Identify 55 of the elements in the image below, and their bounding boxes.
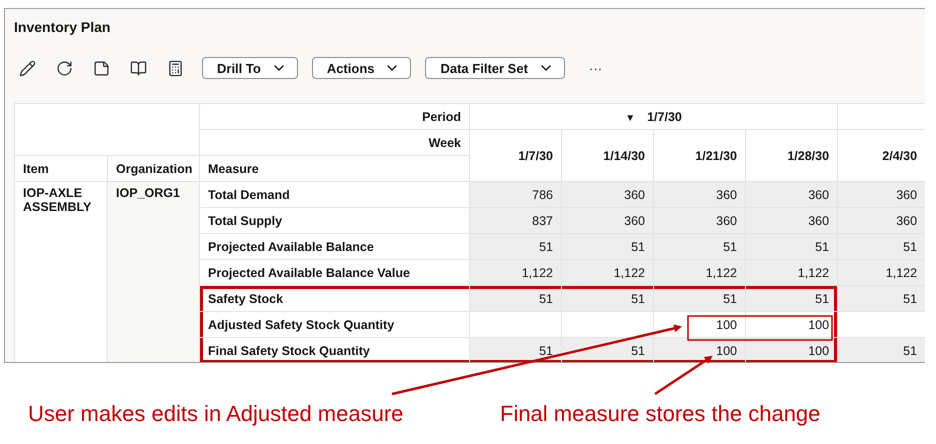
value-cell: 51 <box>838 338 925 362</box>
value-cell: 1,122 <box>470 260 562 286</box>
week-header: 1/28/30 <box>746 130 838 182</box>
value-cell: 51 <box>838 286 925 312</box>
value-cell: 360 <box>562 208 654 234</box>
value-cell: 1,122 <box>746 260 838 286</box>
week-header: 1/21/30 <box>654 130 746 182</box>
value-cell: 51 <box>746 286 838 312</box>
dropdown-button[interactable]: Drill To <box>202 57 298 79</box>
column-header: Measure <box>200 156 470 182</box>
value-cell: 51 <box>746 234 838 260</box>
value-cell: 786 <box>470 182 562 208</box>
value-cell: 1,122 <box>654 260 746 286</box>
week-label: Week <box>200 130 470 156</box>
annotation-caption: Final measure stores the change <box>500 401 822 427</box>
value-cell: 51 <box>470 234 562 260</box>
value-cell: 51 <box>838 234 925 260</box>
measure-cell: Projected Available Balance <box>200 234 470 260</box>
value-cell: 360 <box>746 182 838 208</box>
week-header: 2/4/30 <box>838 130 925 182</box>
item-cell: IOP-AXLE ASSEMBLY <box>14 182 108 362</box>
value-cell: 360 <box>746 208 838 234</box>
week-header: 1/14/30 <box>562 130 654 182</box>
value-cell: 51 <box>654 234 746 260</box>
organization-cell: IOP_ORG1 <box>108 182 200 362</box>
value-cell: 51 <box>654 286 746 312</box>
column-header: Organization <box>108 156 200 182</box>
panel-title: Inventory Plan <box>13 18 112 37</box>
measure-cell: Safety Stock <box>200 286 470 312</box>
measure-cell: Total Demand <box>200 182 470 208</box>
value-cell: 360 <box>654 182 746 208</box>
dropdown-button[interactable]: Data Filter Set <box>425 57 565 79</box>
dropdown-button[interactable]: Actions <box>312 57 412 79</box>
value-cell: 360 <box>562 182 654 208</box>
measure-cell: Projected Available Balance Value <box>200 260 470 286</box>
value-cell: 360 <box>838 182 925 208</box>
more-button[interactable]: ··· <box>588 60 602 76</box>
week-header: 1/7/30 <box>470 130 562 182</box>
period-header[interactable]: ▼ 1/7/30 <box>470 104 838 130</box>
value-cell: 51 <box>562 286 654 312</box>
period-label: Period <box>200 104 470 130</box>
value-cell: 51 <box>562 234 654 260</box>
annotation-caption: User makes edits in Adjusted measure <box>28 401 404 427</box>
value-cell: 360 <box>838 208 925 234</box>
measure-cell: Final Safety Stock Quantity <box>200 338 470 362</box>
value-cell: 837 <box>470 208 562 234</box>
column-header: Item <box>14 156 108 182</box>
value-cell: 51 <box>470 338 562 362</box>
edit-button[interactable] <box>17 58 37 78</box>
value-cell: 1,122 <box>562 260 654 286</box>
value-cell: 360 <box>654 208 746 234</box>
value-cell: 1,122 <box>838 260 925 286</box>
value-cell: 51 <box>470 286 562 312</box>
measure-cell: Total Supply <box>200 208 470 234</box>
measure-cell: Adjusted Safety Stock Quantity <box>200 312 470 338</box>
